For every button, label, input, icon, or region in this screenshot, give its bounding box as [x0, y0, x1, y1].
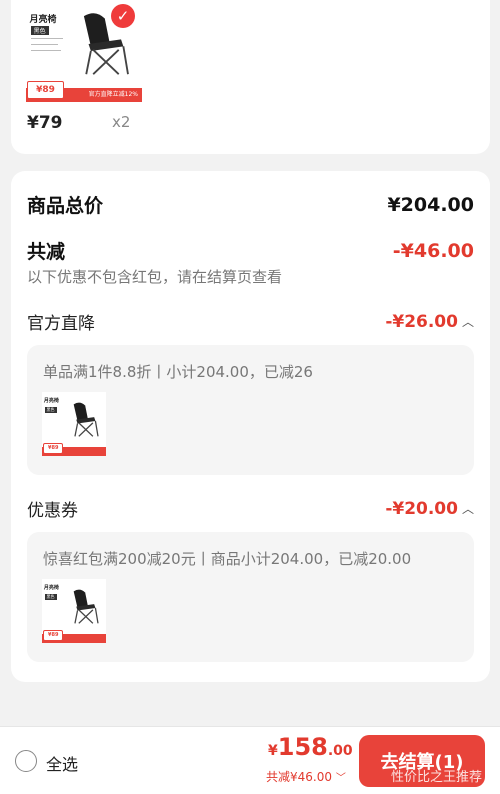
- spec-line: [30, 43, 59, 45]
- chair-illustration: [73, 402, 99, 437]
- total-amount: ¥158.00: [268, 733, 353, 761]
- discount-desc: 惊喜红包满200减20元丨商品小计204.00，已减20.00: [43, 550, 412, 568]
- checkout-bar: 全选 ¥158.00 共减¥46.00 ﹀ 去结算(1) 性价比之王推荐: [0, 726, 500, 794]
- product-image-title: 月亮椅: [29, 15, 57, 26]
- discount-detail-official: 单品满1件8.8折丨小计204.00，已减26 月亮椅 黑色 ¥89: [27, 345, 474, 475]
- discount-detail-coupon: 惊喜红包满200减20元丨商品小计204.00，已减20.00 月亮椅 黑色 ¥…: [27, 532, 474, 662]
- product-card: 月亮椅 黑色 官方直降立减12% ¥89 ✓ ¥79 x2: [11, 0, 490, 154]
- chevron-down-icon: ﹀: [335, 773, 346, 784]
- total-row: 商品总价 ¥204.00: [27, 191, 474, 218]
- promo-text: 官方直降立减12%: [88, 90, 138, 98]
- product-image-title: 月亮椅: [43, 398, 59, 405]
- badge-price: ¥89: [27, 80, 65, 99]
- watermark-text: 性价比之王推荐: [391, 770, 483, 785]
- select-all-radio[interactable]: [15, 750, 37, 772]
- spec-line: [30, 37, 64, 39]
- spec-line: [30, 49, 61, 51]
- total-value: ¥204.00: [387, 193, 474, 216]
- total-label: 商品总价: [27, 195, 104, 217]
- reduce-row: 共减 -¥46.00: [27, 237, 474, 264]
- badge-price: ¥89: [43, 629, 64, 642]
- check-icon[interactable]: ✓: [111, 4, 135, 28]
- discount-desc: 单品满1件8.8折丨小计204.00，已减26: [43, 363, 313, 381]
- discount-row-official[interactable]: 官方直降 -¥26.00 ︿: [27, 309, 474, 335]
- caret-up-icon[interactable]: ︿: [462, 500, 474, 517]
- reduce-summary-text: 共减¥46.00: [266, 770, 332, 784]
- select-all-label[interactable]: 全选: [46, 751, 78, 775]
- discount-label: 官方直降: [27, 314, 95, 334]
- discount-amount: -¥26.00: [385, 311, 458, 332]
- discount-row-coupon[interactable]: 优惠券 -¥20.00 ︿: [27, 496, 474, 522]
- discount-hint: 以下优惠不包含红包，请在结算页查看: [27, 268, 283, 286]
- product-image-title: 月亮椅: [43, 585, 59, 592]
- amount-integer: 158: [277, 733, 328, 761]
- product-price: ¥79: [27, 113, 63, 133]
- caret-up-icon[interactable]: ︿: [462, 313, 474, 330]
- discount-value: -¥26.00 ︿: [385, 312, 474, 332]
- product-image-subtitle: 黑色: [44, 593, 57, 600]
- currency-symbol: ¥: [268, 743, 278, 759]
- product-image-subtitle: 黑色: [44, 406, 57, 413]
- badge-price: ¥89: [43, 442, 64, 455]
- discount-amount: -¥20.00: [385, 498, 458, 519]
- reduce-summary[interactable]: 共减¥46.00 ﹀: [266, 768, 346, 785]
- price-summary-card: 商品总价 ¥204.00 共减 -¥46.00 以下优惠不包含红包，请在结算页查…: [11, 171, 490, 682]
- reduce-label: 共减: [27, 241, 66, 263]
- amount-decimal: .00: [327, 743, 353, 759]
- discount-value: -¥20.00 ︿: [385, 499, 474, 519]
- chair-illustration: [73, 589, 99, 624]
- product-image-subtitle: 黑色: [30, 25, 49, 35]
- product-thumb: 月亮椅 黑色 ¥89: [42, 392, 106, 456]
- product-thumb: 月亮椅 黑色 ¥89: [42, 579, 106, 643]
- reduce-value: -¥46.00: [392, 239, 474, 262]
- product-quantity: x2: [112, 113, 131, 131]
- discount-label: 优惠券: [27, 501, 78, 521]
